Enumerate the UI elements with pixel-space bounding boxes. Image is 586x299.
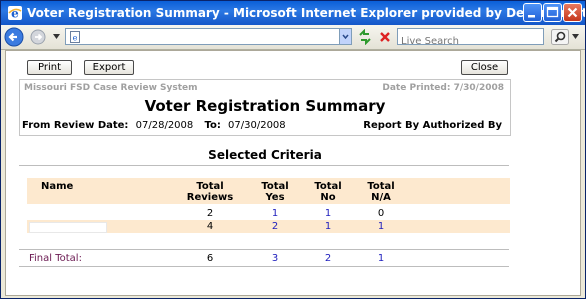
header-total-no-line1: Total bbox=[314, 181, 342, 192]
table-row: 2 1 1 0 bbox=[27, 207, 510, 220]
forward-arrow-icon[interactable] bbox=[30, 29, 46, 45]
report-title: Voter Registration Summary bbox=[144, 97, 386, 115]
address-dropdown-button[interactable] bbox=[339, 28, 352, 45]
maximize-button[interactable] bbox=[543, 3, 562, 22]
search-options-icon[interactable] bbox=[572, 34, 579, 39]
divider bbox=[19, 249, 509, 250]
selected-criteria-heading: Selected Criteria bbox=[208, 148, 322, 162]
window-title: Voter Registration Summary - Microsoft I… bbox=[27, 6, 585, 20]
chevron-down-icon bbox=[342, 34, 349, 40]
review-date-range: From Review Date: 07/28/2008 To: 07/30/2… bbox=[22, 120, 286, 131]
to-date-value: 07/30/2008 bbox=[228, 120, 286, 131]
header-total-no-line2: No bbox=[320, 192, 336, 203]
row-total-na-link[interactable]: 1 bbox=[371, 220, 391, 233]
header-total-reviews-line2: Reviews bbox=[186, 192, 234, 203]
header-total-na: Total N/A bbox=[361, 181, 401, 203]
stop-icon[interactable] bbox=[377, 29, 393, 45]
export-button[interactable]: Export bbox=[84, 60, 134, 75]
divider bbox=[19, 165, 509, 166]
svg-text:e: e bbox=[11, 7, 19, 21]
svg-text:e: e bbox=[73, 34, 78, 43]
from-date-value: 07/28/2008 bbox=[135, 120, 194, 131]
row-total-reviews: 2 bbox=[206, 208, 214, 219]
final-total-na-link[interactable]: 1 bbox=[371, 252, 391, 265]
row-total-no-link[interactable]: 1 bbox=[318, 220, 338, 233]
to-date-label: To: bbox=[204, 120, 221, 131]
header-total-reviews-line1: Total bbox=[196, 181, 224, 192]
table-row: 4 2 1 1 bbox=[27, 220, 510, 233]
redacted-name bbox=[29, 222, 107, 233]
row-total-reviews: 4 bbox=[206, 221, 214, 232]
row-total-yes-link[interactable]: 2 bbox=[265, 220, 285, 233]
close-window-button[interactable] bbox=[563, 3, 582, 22]
print-button[interactable]: Print bbox=[27, 60, 72, 75]
header-total-yes-line1: Total bbox=[261, 181, 289, 192]
minimize-button[interactable] bbox=[523, 3, 542, 22]
header-total-na-line1: Total bbox=[367, 181, 395, 192]
final-total-yes-link[interactable]: 3 bbox=[265, 252, 285, 265]
header-total-reviews: Total Reviews bbox=[185, 181, 235, 203]
table-header: Name Total Reviews Total Yes Total No To… bbox=[27, 178, 510, 204]
history-dropdown-icon[interactable] bbox=[53, 34, 60, 39]
header-total-yes: Total Yes bbox=[255, 181, 295, 203]
system-name: Missouri FSD Case Review System bbox=[24, 83, 198, 93]
final-total-row: Final Total: 6 3 2 1 bbox=[27, 252, 510, 265]
title-bar: e Voter Registration Summary - Microsoft… bbox=[1, 1, 585, 25]
minimize-icon bbox=[528, 15, 535, 18]
search-input[interactable] bbox=[401, 35, 541, 48]
page-icon: e bbox=[70, 31, 80, 43]
row-total-yes-link[interactable]: 1 bbox=[265, 207, 285, 220]
address-toolbar: e bbox=[1, 25, 585, 50]
search-field[interactable] bbox=[397, 28, 544, 48]
ie-logo-icon: e bbox=[8, 6, 22, 21]
header-total-yes-line2: Yes bbox=[265, 192, 285, 203]
row-total-no-link[interactable]: 1 bbox=[318, 207, 338, 220]
browser-window: e Voter Registration Summary - Microsoft… bbox=[0, 0, 586, 299]
from-date-label: From Review Date: bbox=[22, 120, 129, 131]
address-input[interactable]: e bbox=[65, 28, 351, 45]
refresh-icon[interactable] bbox=[357, 29, 373, 45]
header-total-na-line2: N/A bbox=[371, 192, 391, 203]
final-total-reviews: 6 bbox=[206, 253, 214, 264]
divider bbox=[19, 266, 509, 267]
report-by: Report By Authorized By bbox=[363, 120, 502, 131]
final-total-label: Final Total: bbox=[29, 253, 82, 264]
date-printed: Date Printed: 7/30/2008 bbox=[382, 83, 504, 93]
report-header: Missouri FSD Case Review System Date Pri… bbox=[19, 79, 511, 136]
header-total-no: Total No bbox=[308, 181, 348, 203]
maximize-icon bbox=[546, 6, 559, 18]
final-total-no-link[interactable]: 2 bbox=[318, 252, 338, 265]
page-content: Print Export Close Missouri FSD Case Rev… bbox=[5, 50, 581, 296]
close-button[interactable]: Close bbox=[461, 60, 508, 75]
header-name: Name bbox=[41, 181, 74, 192]
search-icon[interactable] bbox=[551, 29, 569, 45]
close-icon bbox=[567, 7, 578, 18]
row-total-na: 0 bbox=[377, 208, 385, 219]
back-arrow-icon[interactable] bbox=[4, 27, 24, 47]
